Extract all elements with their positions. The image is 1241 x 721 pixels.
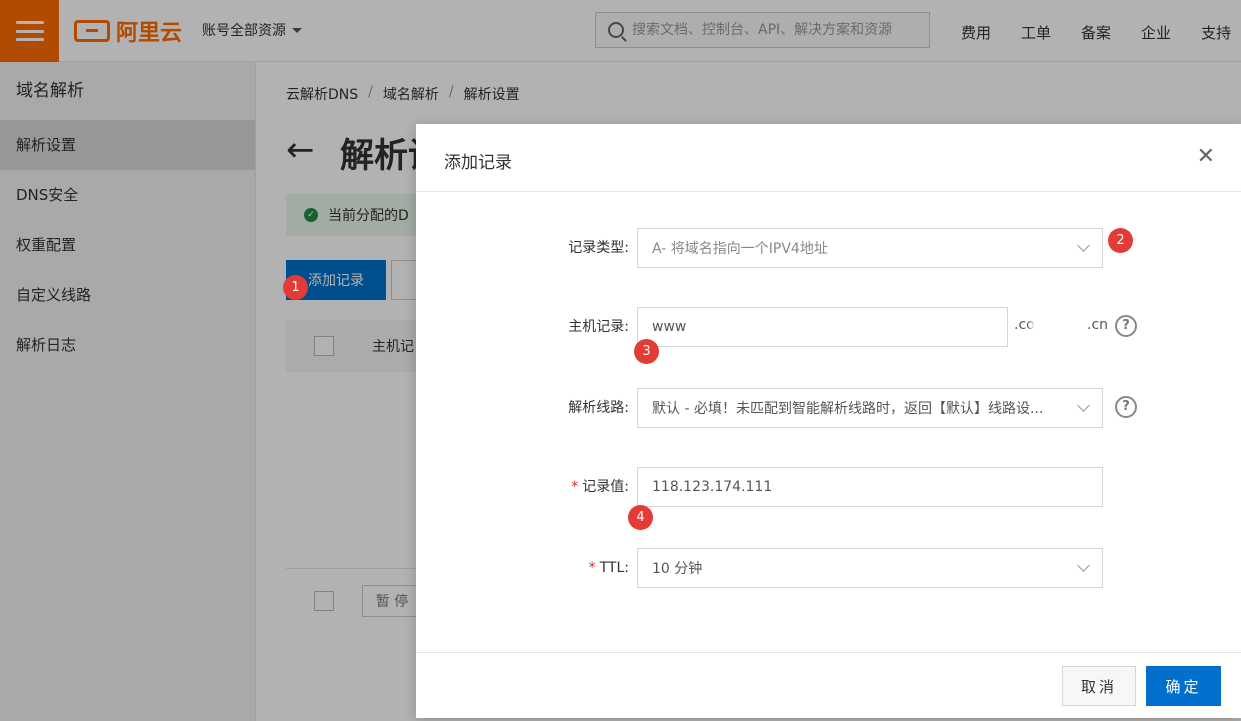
record-type-value: A- 将域名指向一个IPV4地址 [652, 241, 828, 257]
annotation-badge-1: 1 [283, 275, 308, 300]
form-row-record-type: 记录类型: A- 将域名指向一个IPV4地址 2 [416, 228, 1241, 268]
form-row-line: 解析线路: 默认 - 必填！未匹配到智能解析线路时，返回【默认】线路设... ? [416, 388, 1241, 428]
cancel-button[interactable]: 取消 [1062, 666, 1136, 706]
required-mark: * [571, 479, 579, 495]
host-value: www [652, 319, 687, 335]
form-row-ttl: * TTL: 10 分钟 [416, 548, 1241, 588]
chevron-down-icon [1077, 559, 1090, 572]
ttl-select[interactable]: 10 分钟 [637, 548, 1103, 588]
required-mark: * [588, 560, 596, 576]
form-row-record-value: * 记录值: 118.123.174.111 4 [416, 467, 1241, 530]
form-row-host: 主机记录: www .co .cn ? 3 [416, 307, 1241, 364]
annotation-badge-3: 3 [634, 339, 659, 364]
annotation-badge-2: 2 [1108, 228, 1133, 253]
dialog-title: 添加记录 [444, 153, 512, 173]
line-label: 解析线路: [568, 400, 629, 416]
line-value: 默认 - 必填！未匹配到智能解析线路时，返回【默认】线路设... [652, 401, 1044, 417]
host-label: 主机记录: [568, 319, 629, 335]
record-value-label: * 记录值: [571, 467, 629, 507]
chevron-down-icon [1077, 239, 1090, 252]
dialog-header: 添加记录 ✕ [416, 124, 1241, 192]
chevron-down-icon [1077, 399, 1090, 412]
add-record-dialog: 添加记录 ✕ 记录类型: A- 将域名指向一个IPV4地址 2 主机记录: ww… [416, 124, 1241, 718]
confirm-button[interactable]: 确定 [1146, 666, 1221, 706]
record-type-label: 记录类型: [568, 240, 629, 256]
record-type-select[interactable]: A- 将域名指向一个IPV4地址 [637, 228, 1103, 268]
redacted-domain [1031, 317, 1089, 339]
host-input[interactable]: www [637, 307, 1008, 347]
domain-suffix-end: .cn [1087, 317, 1109, 333]
ttl-label-text: TTL: [599, 560, 629, 576]
help-icon[interactable]: ? [1115, 315, 1137, 337]
line-select[interactable]: 默认 - 必填！未匹配到智能解析线路时，返回【默认】线路设... [637, 388, 1103, 428]
dialog-footer: 取消 确定 [416, 652, 1241, 718]
record-value-input[interactable]: 118.123.174.111 [637, 467, 1103, 507]
record-value-value: 118.123.174.111 [652, 479, 773, 495]
ttl-value: 10 分钟 [652, 561, 703, 577]
annotation-badge-4: 4 [628, 505, 653, 530]
help-icon[interactable]: ? [1115, 396, 1137, 418]
ttl-label: * TTL: [589, 548, 629, 588]
record-value-label-text: 记录值: [582, 479, 629, 495]
close-icon[interactable]: ✕ [1197, 146, 1215, 168]
